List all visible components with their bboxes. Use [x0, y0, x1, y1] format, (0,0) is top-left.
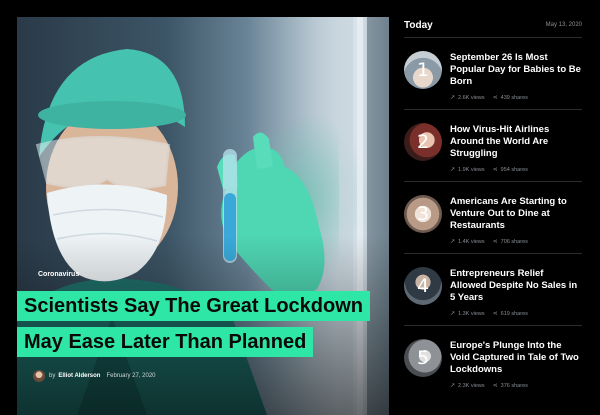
list-item[interactable]: 4 Entrepreneurs Relief Allowed Despite N… — [404, 254, 582, 326]
item-number: 1 — [416, 59, 430, 81]
headline-line-1[interactable]: Scientists Say The Great Lockdown — [17, 291, 370, 321]
thumbnail-image[interactable]: 4 — [404, 267, 442, 305]
chart-icon: ↗ — [450, 95, 456, 101]
item-number: 4 — [416, 275, 430, 297]
item-views: 1.3K views — [458, 310, 485, 317]
item-shares: 439 shares — [500, 94, 528, 101]
item-views: 2.6K views — [458, 94, 485, 101]
item-number: 2 — [416, 131, 430, 153]
chart-icon: ↗ — [450, 311, 456, 317]
list-item[interactable]: 5 Europe's Plunge Into the Void Captured… — [404, 326, 582, 398]
thumbnail-image[interactable]: 3 — [404, 195, 442, 233]
by-label: by — [49, 373, 56, 379]
item-number: 5 — [416, 347, 430, 369]
author-name[interactable]: Elliot Alderson — [58, 373, 100, 379]
item-views: 2.3K views — [458, 382, 485, 389]
item-title[interactable]: Europe's Plunge Into the Void Captured i… — [450, 340, 582, 376]
sidebar-title: Today — [404, 19, 433, 31]
item-stats: ↗ 2.3K views ⋖ 376 shares — [450, 382, 528, 390]
sidebar-header: Today May 13, 2020 — [404, 17, 582, 33]
headline-line-2[interactable]: May Ease Later Than Planned — [17, 327, 314, 357]
list-item[interactable]: 3 Americans Are Starting to Venture Out … — [404, 182, 582, 254]
chart-icon: ↗ — [450, 383, 456, 389]
thumbnail-image[interactable]: 1 — [404, 51, 442, 89]
thumbnail-image[interactable]: 2 — [404, 123, 442, 161]
list-item[interactable]: 2 How Virus-Hit Airlines Around the Worl… — [404, 110, 582, 182]
item-stats: ↗ 2.6K views ⋖ 439 shares — [450, 94, 528, 102]
chart-icon: ↗ — [450, 239, 456, 245]
item-stats: ↗ 1.3K views ⋖ 619 shares — [450, 310, 528, 318]
item-title[interactable]: Americans Are Starting to Venture Out to… — [450, 196, 582, 232]
share-icon: ⋖ — [492, 95, 498, 101]
list-item[interactable]: 1 September 26 Is Most Popular Day for B… — [404, 38, 582, 110]
share-icon: ⋖ — [492, 167, 498, 173]
item-views: 1.4K views — [458, 238, 485, 245]
sidebar-date: May 13, 2020 — [545, 22, 582, 28]
author-avatar[interactable] — [33, 370, 45, 382]
item-views: 1.9K views — [458, 166, 485, 173]
article-meta: by Elliot Alderson February 27, 2020 — [33, 369, 156, 383]
share-icon: ⋖ — [492, 239, 498, 245]
chart-icon: ↗ — [450, 167, 456, 173]
item-stats: ↗ 1.4K views ⋖ 706 shares — [450, 238, 528, 246]
item-title[interactable]: Entrepreneurs Relief Allowed Despite No … — [450, 268, 582, 304]
item-stats: ↗ 1.9K views ⋖ 954 shares — [450, 166, 528, 174]
category-label[interactable]: Coronavirus — [38, 271, 79, 278]
headline[interactable]: Scientists Say The Great Lockdown May Ea… — [17, 291, 389, 357]
thumbnail-image[interactable]: 5 — [404, 339, 442, 377]
item-shares: 706 shares — [500, 238, 528, 245]
item-shares: 619 shares — [500, 310, 528, 317]
item-shares: 954 shares — [500, 166, 528, 173]
share-icon: ⋖ — [492, 311, 498, 317]
item-title[interactable]: How Virus-Hit Airlines Around the World … — [450, 124, 582, 160]
article-date: February 27, 2020 — [106, 373, 156, 379]
share-icon: ⋖ — [492, 383, 498, 389]
item-title[interactable]: September 26 Is Most Popular Day for Bab… — [450, 52, 582, 88]
item-shares: 376 shares — [500, 382, 528, 389]
item-number: 3 — [416, 203, 430, 225]
